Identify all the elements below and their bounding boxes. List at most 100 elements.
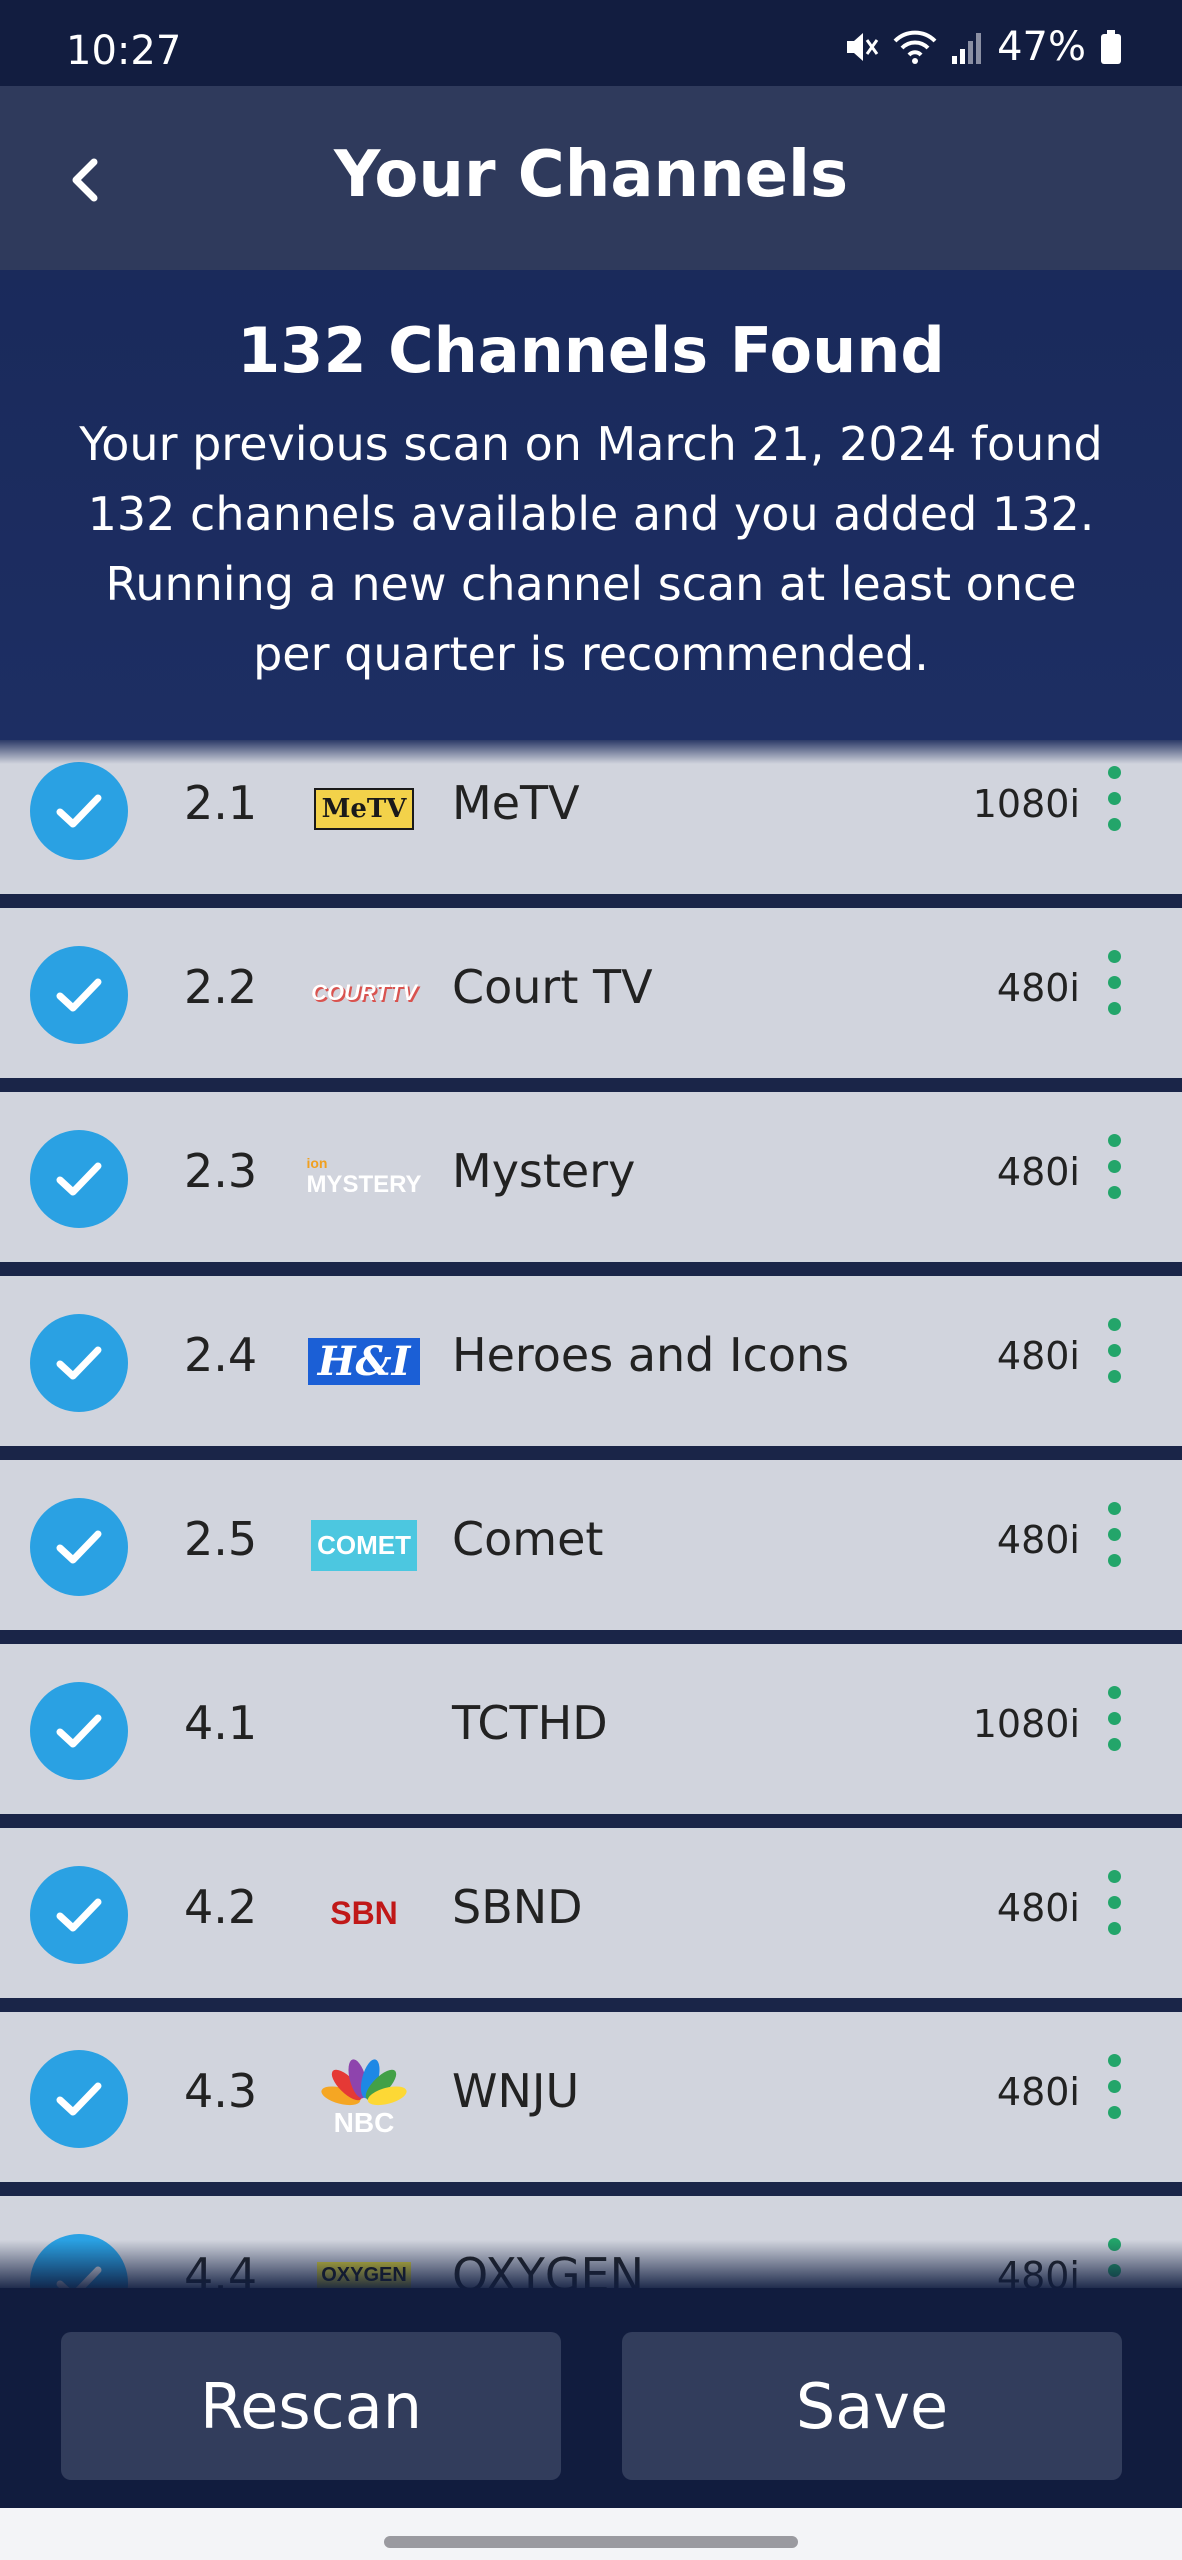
checkmark-icon [56,2266,102,2288]
status-bar: 10:27 47% [0,0,1182,86]
logo-text: H&I [307,1337,421,1385]
channel-number: 2.4 [184,1328,258,1382]
checkmark-icon [56,1714,102,1748]
checkmark-icon [56,978,102,1012]
more-options-icon[interactable] [1106,1686,1122,1776]
gesture-nav-area [0,2508,1182,2560]
more-options-icon[interactable] [1106,2238,1122,2288]
mute-icon [843,29,879,65]
channel-resolution: 480i [996,1150,1080,1194]
channel-number: 2.1 [184,776,258,830]
channel-logo: COMET [311,1500,417,1590]
channel-checkbox[interactable] [30,762,128,860]
checkmark-icon [56,1530,102,1564]
channel-row-2-5[interactable]: 2.5 COMET Comet 480i [0,1460,1182,1630]
logo-subtext: ion [306,1155,328,1171]
channel-logo [314,1684,414,1774]
rescan-button[interactable]: Rescan [61,2332,561,2480]
logo-text: COURTTV [311,980,417,1005]
channel-row-2-2[interactable]: 2.2 COURTTV Court TV 480i [0,908,1182,1078]
status-time: 10:27 [66,28,182,74]
logo-text: SBN [330,1894,398,1931]
channel-row-4-4[interactable]: 4.4 OXYGENTRUE CRIME OXYGEN 480i [0,2196,1182,2288]
channel-checkbox[interactable] [30,1866,128,1964]
channel-checkbox[interactable] [30,1130,128,1228]
channel-checkbox[interactable] [30,2234,128,2288]
page-title: Your Channels [333,138,849,212]
channel-number: 2.2 [184,960,258,1014]
more-options-icon[interactable] [1106,1134,1122,1224]
channel-name: Court TV [452,960,653,1014]
logo-text: MYSTERY [306,1171,422,1198]
channel-row-4-3[interactable]: 4.3 NBC WNJU 480i [0,2012,1182,2182]
logo-text: NBC [333,2106,395,2138]
checkmark-icon [56,1162,102,1196]
home-indicator[interactable] [384,2536,798,2548]
channel-checkbox[interactable] [30,1682,128,1780]
channel-number: 4.3 [184,2064,258,2118]
channel-row-2-4[interactable]: 2.4 H&I Heroes and Icons 480i [0,1276,1182,1446]
channel-name: Comet [452,1512,604,1566]
channel-row-2-1[interactable]: 2.1 MeTV MeTV 1080i [0,740,1182,894]
more-options-icon[interactable] [1106,1870,1122,1960]
channel-number: 2.5 [184,1512,258,1566]
scan-summary-banner: 132 Channels Found Your previous scan on… [0,270,1182,740]
channel-number: 2.3 [184,1144,258,1198]
more-options-icon[interactable] [1106,950,1122,1040]
channel-logo: MeTV [313,764,415,854]
channel-resolution: 480i [996,2070,1080,2114]
wifi-icon [893,29,937,65]
channel-name: OXYGEN [452,2248,644,2288]
channel-number: 4.2 [184,1880,258,1934]
channel-number: 4.1 [184,1696,258,1750]
logo-text: OXYGEN [317,2261,411,2288]
channel-resolution: 480i [996,1886,1080,1930]
channel-resolution: 480i [996,966,1080,1010]
channel-checkbox[interactable] [30,1314,128,1412]
channel-name: SBND [452,1880,583,1934]
checkmark-icon [56,1346,102,1380]
signal-icon [951,30,983,64]
more-options-icon[interactable] [1106,2054,1122,2144]
channel-name: WNJU [452,2064,580,2118]
channel-resolution: 480i [996,1518,1080,1562]
channel-name: TCTHD [452,1696,608,1750]
channel-list-content: 2.1 MeTV MeTV 1080i 2.2 COURTTV Court TV… [0,740,1182,2288]
channel-logo: H&I [307,1316,421,1406]
battery-icon [1100,29,1122,65]
app-bar: Your Channels [0,86,1182,270]
channel-logo: COURTTV [311,948,417,1038]
action-bar: Rescan Save [0,2288,1182,2508]
channel-logo: ion MYSTERY [306,1132,421,1222]
channel-resolution: 1080i [972,1702,1080,1746]
channel-row-4-1[interactable]: 4.1 TCTHD 1080i [0,1644,1182,1814]
more-options-icon[interactable] [1106,766,1122,856]
channel-logo: OXYGENTRUE CRIME [314,2236,414,2288]
channel-checkbox[interactable] [30,946,128,1044]
channel-name: Mystery [452,1144,636,1198]
channel-resolution: 1080i [972,782,1080,826]
channel-checkbox[interactable] [30,2050,128,2148]
checkmark-icon [56,794,102,828]
channel-resolution: 480i [996,2254,1080,2288]
channel-resolution: 480i [996,1334,1080,1378]
status-icons: 47% [843,24,1122,70]
channels-found-heading: 132 Channels Found [237,314,945,387]
logo-text: MeTV [313,788,415,830]
more-options-icon[interactable] [1106,1318,1122,1408]
scan-description: Your previous scan on March 21, 2024 fou… [79,417,1103,681]
battery-percent: 47% [997,24,1086,70]
channel-row-2-3[interactable]: 2.3 ion MYSTERY Mystery 480i [0,1092,1182,1262]
channel-logo: NBC [314,2052,414,2142]
checkmark-icon [56,2082,102,2116]
channel-row-4-2[interactable]: 4.2 SBN SBND 480i [0,1828,1182,1998]
more-options-icon[interactable] [1106,1502,1122,1592]
channel-list[interactable]: 2.1 MeTV MeTV 1080i 2.2 COURTTV Court TV… [0,740,1182,2288]
channel-logo: SBN [314,1868,414,1958]
channel-name: MeTV [452,776,580,830]
channel-number: 4.4 [184,2248,258,2288]
channel-checkbox[interactable] [30,1498,128,1596]
channel-name: Heroes and Icons [452,1328,850,1382]
logo-text: COMET [311,1519,417,1571]
save-button[interactable]: Save [622,2332,1122,2480]
